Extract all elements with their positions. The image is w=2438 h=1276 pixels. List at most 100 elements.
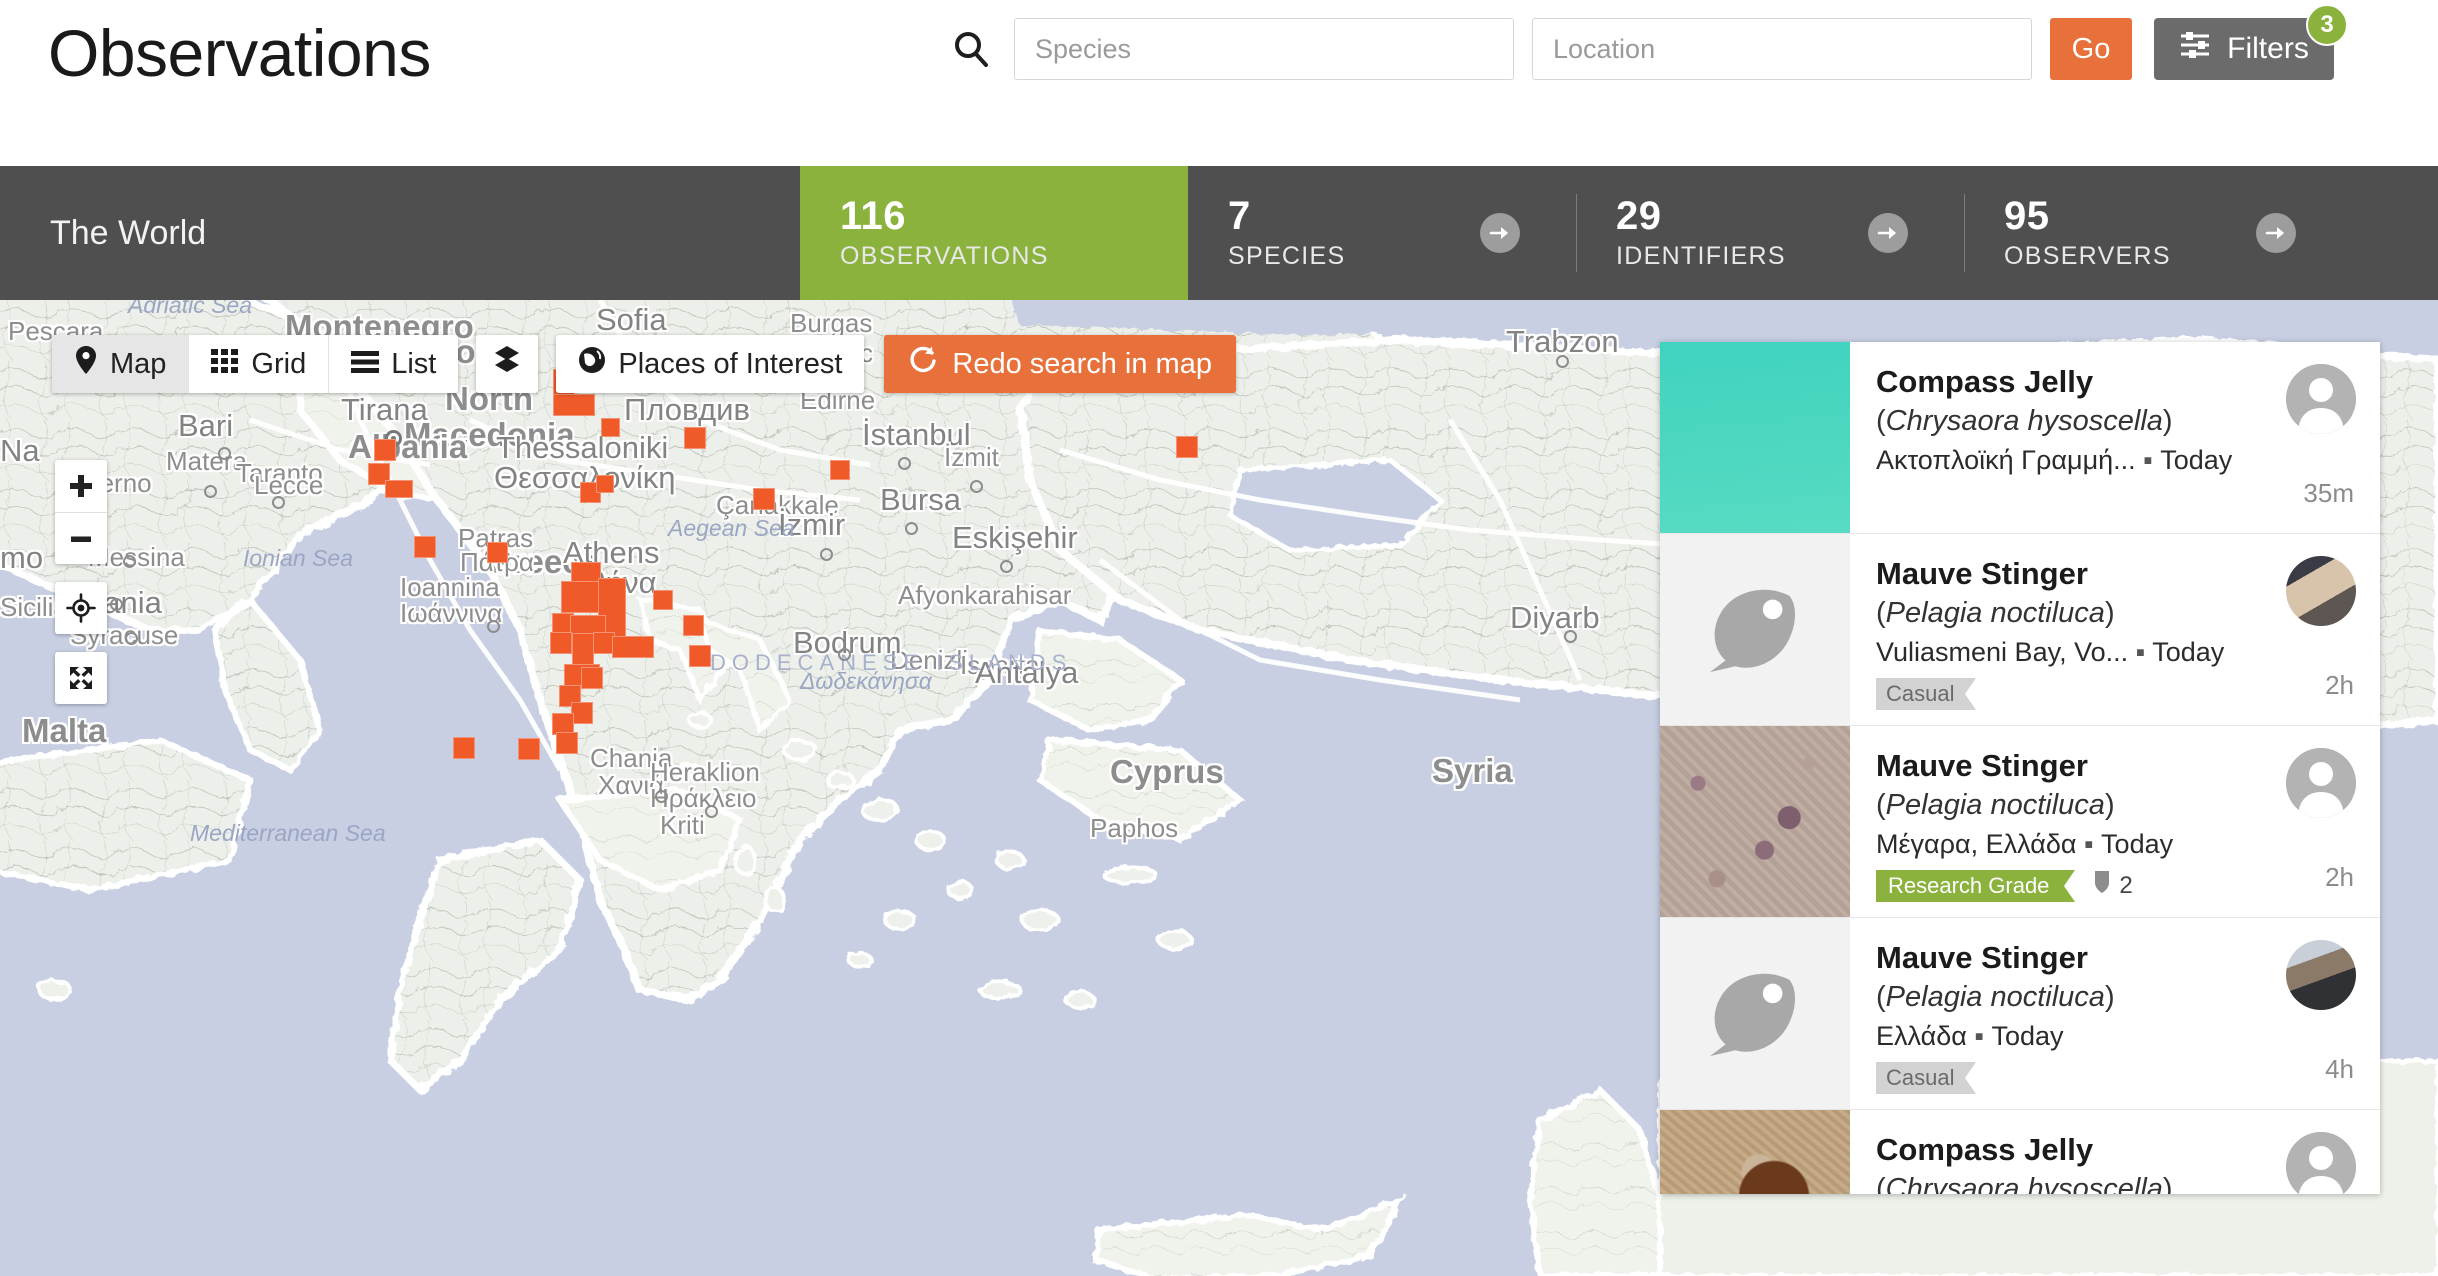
city-marker-icon (1000, 560, 1013, 573)
observation-common-name: Mauve Stinger (1876, 748, 2088, 783)
stat-cell-species[interactable]: 7 SPECIES (1188, 166, 1576, 300)
observation-grid-marker[interactable] (753, 488, 775, 510)
observation-thumbnail[interactable] (1660, 342, 1850, 533)
grid-icon (211, 348, 239, 381)
zoom-group (55, 460, 107, 564)
map-canvas[interactable]: PescaraMontenegroKosovoSofiaBurgasБургас… (0, 300, 2438, 1276)
observation-details: Mauve Stinger (Pelagia noctiluca) Μέγαρα, … (1850, 726, 2250, 917)
observation-place-date: Μέγαρα, Ελλάδα ▪ Today (1876, 829, 2250, 860)
observation-place-date: Ελλάδα ▪ Today (1876, 1021, 2250, 1052)
open-paren: ( (1876, 980, 1886, 1013)
stat-divider (1576, 194, 1577, 272)
observation-place-date: Vuliasmeni Bay, Vo... ▪ Today (1876, 637, 2250, 668)
observation-grid-marker[interactable] (518, 738, 540, 760)
tab-grid-label: Grid (251, 347, 307, 380)
tab-list[interactable]: List (329, 335, 459, 393)
open-paren: ( (1876, 1172, 1886, 1194)
observation-date: Today (1991, 1020, 2064, 1051)
layers-button[interactable] (476, 335, 539, 393)
observation-row[interactable]: Mauve Stinger (Pelagia noctiluca) Vuliasme… (1660, 534, 2380, 726)
id-count-value: 2 (2119, 871, 2133, 899)
sliders-icon (2179, 30, 2213, 68)
observation-grid-marker[interactable] (453, 737, 475, 759)
observation-row[interactable]: Mauve Stinger (Pelagia noctiluca) Μέγαρα, … (1660, 726, 2380, 918)
observation-grid-marker[interactable] (553, 394, 595, 416)
avatar[interactable] (2286, 364, 2356, 434)
stats-cells: 116 OBSERVATIONS 7 SPECIES 29 IDENTIFIERS 95 OB… (800, 166, 2438, 300)
observations-list-panel[interactable]: Compass Jelly (Chrysaora hysoscella) Ακτοπ… (1660, 342, 2380, 1194)
observation-grid-marker[interactable] (653, 590, 673, 610)
observation-grid-marker[interactable] (581, 667, 603, 689)
fit-bounds-button[interactable] (55, 652, 107, 704)
observation-thumbnail[interactable] (1660, 918, 1850, 1109)
observation-grid-marker[interactable] (556, 732, 578, 754)
filters-count-badge: 3 (2306, 4, 2348, 46)
tab-grid[interactable]: Grid (189, 335, 330, 393)
avatar[interactable] (2286, 940, 2356, 1010)
places-label: Places of Interest (618, 347, 843, 380)
place-date-separator: ▪ (2076, 828, 2102, 859)
zoom-out-button[interactable] (55, 512, 107, 564)
stat-arrow-icon[interactable] (2256, 213, 2296, 253)
stat-cell-observers[interactable]: 95 OBSERVERS (1964, 166, 2352, 300)
observation-thumbnail[interactable] (1660, 1110, 1850, 1194)
tab-map[interactable]: Map (52, 335, 190, 393)
observation-details: Mauve Stinger (Pelagia noctiluca) Vuliasme… (1850, 534, 2250, 725)
observation-thumbnail[interactable] (1660, 534, 1850, 725)
stat-arrow-icon[interactable] (1480, 213, 1520, 253)
app-header: Observations Go Filters 3 (0, 0, 2438, 166)
view-mode-group: Map Grid List (52, 335, 459, 393)
stat-cell-identifiers[interactable]: 29 IDENTIFIERS (1576, 166, 1964, 300)
stat-value: 7 (1228, 194, 1251, 238)
avatar[interactable] (2286, 748, 2356, 818)
redo-search-button[interactable]: Redo search in map (884, 335, 1236, 393)
observation-row[interactable]: Mauve Stinger (Pelagia noctiluca) Ελλάδα ▪… (1660, 918, 2380, 1110)
observation-grid-marker[interactable] (414, 536, 436, 558)
city-marker-icon (1556, 355, 1569, 368)
search-icon[interactable] (940, 18, 1002, 80)
observation-grid-marker[interactable] (487, 542, 508, 563)
zoom-in-button[interactable] (55, 460, 107, 512)
city-marker-icon (905, 522, 918, 535)
observation-grid-marker[interactable] (571, 702, 593, 724)
id-shield-icon (2093, 870, 2111, 901)
observation-grid-marker[interactable] (596, 475, 614, 493)
observation-grid-marker[interactable] (550, 632, 572, 654)
observation-scientific-name: (Pelagia noctiluca) (1876, 981, 2250, 1014)
close-paren: ) (2104, 596, 2115, 629)
observation-place-date: Ακτοπλοϊκή Γραμμή... ▪ Today (1876, 445, 2250, 476)
location-input[interactable] (1532, 18, 2032, 80)
observation-grid-marker[interactable] (612, 636, 654, 658)
filters-button[interactable]: Filters 3 (2154, 4, 2348, 80)
observation-grid-marker[interactable] (683, 615, 704, 636)
observation-grid-marker[interactable] (830, 460, 850, 480)
observation-date: Today (2160, 444, 2233, 475)
avatar[interactable] (2286, 1132, 2356, 1194)
go-button[interactable]: Go (2050, 18, 2132, 80)
observation-grid-marker[interactable] (684, 427, 706, 449)
stat-cell-observations[interactable]: 116 OBSERVATIONS (800, 166, 1188, 300)
city-marker-icon (705, 805, 718, 818)
observation-time-ago: 35m (2303, 478, 2354, 508)
city-marker-icon (204, 485, 217, 498)
scientific-name-text: Pelagia noctiluca (1885, 596, 2105, 629)
locate-me-button[interactable] (55, 582, 107, 634)
species-input[interactable] (1014, 18, 1514, 80)
observation-scientific-name: (Pelagia noctiluca) (1876, 597, 2250, 630)
globe-icon (578, 346, 606, 382)
observation-grid-marker[interactable] (1176, 436, 1198, 458)
observation-grid-marker[interactable] (689, 645, 711, 667)
stat-arrow-icon[interactable] (1868, 213, 1908, 253)
avatar[interactable] (2286, 556, 2356, 626)
observation-grid-marker[interactable] (374, 439, 396, 461)
observation-thumbnail[interactable] (1660, 726, 1850, 917)
city-marker-icon (487, 620, 500, 633)
identification-count: 2 (2093, 870, 2133, 901)
observation-grid-marker[interactable] (601, 418, 620, 437)
observation-row[interactable]: Compass Jelly (Chrysaora hysoscella) Ακτοπ… (1660, 342, 2380, 534)
observation-meta: 2h (2250, 726, 2380, 917)
observation-common-name: Compass Jelly (1876, 364, 2094, 399)
observation-row[interactable]: Compass Jelly (Chrysaora hysoscella) (1660, 1110, 2380, 1194)
places-of-interest-button[interactable]: Places of Interest (556, 335, 865, 393)
observation-grid-marker[interactable] (385, 480, 413, 498)
